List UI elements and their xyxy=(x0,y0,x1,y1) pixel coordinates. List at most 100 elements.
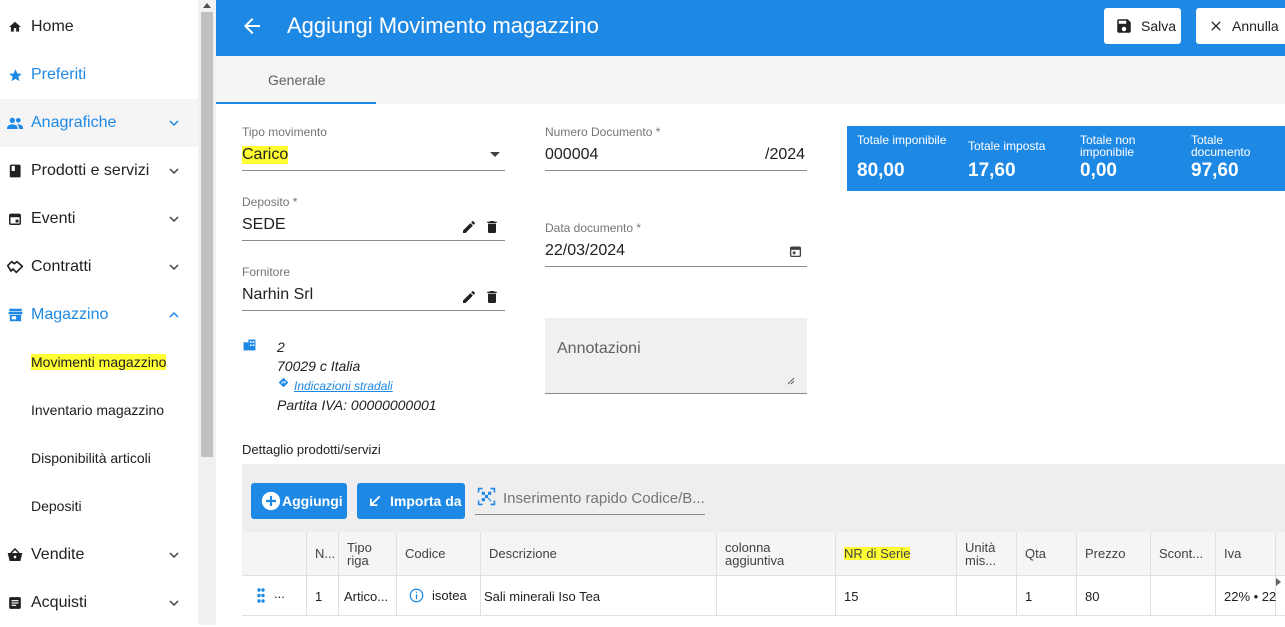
scroll-up-arrow-icon[interactable] xyxy=(203,3,211,8)
sidebar-item-contratti[interactable]: Contratti xyxy=(0,243,198,291)
column-header-descrizione[interactable]: Descrizione xyxy=(481,532,717,576)
numero-documento-label: Numero Documento * xyxy=(545,125,661,139)
store-icon xyxy=(7,307,23,323)
column-header-nr-serie[interactable]: NR di Serie xyxy=(836,532,957,576)
directions-icon[interactable] xyxy=(278,377,289,388)
sidebar-item-label: Preferiti xyxy=(31,66,87,83)
cell-iva: 22% • 22 xyxy=(1216,576,1276,616)
cell-value: Artico... xyxy=(344,589,389,604)
data-documento-input[interactable]: 22/03/2024 xyxy=(545,242,625,260)
field-underline xyxy=(545,266,807,267)
delete-icon[interactable] xyxy=(484,289,500,305)
info-icon[interactable] xyxy=(409,588,424,603)
list-box-icon xyxy=(7,595,23,611)
fornitore-field[interactable]: Narhin Srl xyxy=(242,286,313,304)
sidebar-item-eventi[interactable]: Eventi xyxy=(0,195,198,243)
sidebar-item-home[interactable]: Home xyxy=(0,3,198,51)
column-header-colonna-aggiuntiva[interactable]: colonna aggiuntiva xyxy=(717,532,836,576)
import-button[interactable]: Importa da xyxy=(357,483,465,519)
numero-documento-suffix: /2024 xyxy=(765,146,806,163)
detail-toolbar: Aggiungi Importa da xyxy=(242,464,1285,532)
numero-documento-input[interactable]: 000004 xyxy=(545,146,598,164)
column-header-qta[interactable]: Qta xyxy=(1017,532,1077,576)
add-row-button-label: Aggiungi xyxy=(282,493,343,509)
total-label: Totale non imponibile xyxy=(1080,133,1136,159)
sidebar-item-label: Contratti xyxy=(31,258,92,275)
sidebar-subitem-movimenti-magazzino[interactable]: Movimenti magazzino xyxy=(0,339,198,387)
scroll-right-arrow-icon[interactable] xyxy=(1276,578,1281,586)
barcode-scan-icon[interactable] xyxy=(477,487,496,506)
page-title: Aggiungi Movimento magazzino xyxy=(287,13,599,38)
total-value: 0,00 xyxy=(1080,160,1117,181)
close-icon xyxy=(1211,21,1221,31)
cell-value: isotea xyxy=(432,588,467,603)
column-header-sconto[interactable]: Scont... xyxy=(1151,532,1216,576)
cell-qta: 1 xyxy=(1017,576,1077,616)
people-icon xyxy=(7,115,23,131)
cancel-button-label: Annulla xyxy=(1232,18,1279,34)
edit-icon[interactable] xyxy=(461,219,477,235)
column-header-label: N... xyxy=(315,546,336,561)
table-header: N... Tipo riga Codice Descrizione colonn… xyxy=(242,532,1285,576)
tipo-movimento-label: Tipo movimento xyxy=(242,125,327,139)
chevron-up-icon xyxy=(169,311,179,318)
sidebar-subitem-depositi[interactable]: Depositi xyxy=(0,483,198,531)
add-row-button[interactable]: Aggiungi xyxy=(251,483,347,519)
calendar-icon xyxy=(7,211,23,227)
dropdown-arrow-icon[interactable] xyxy=(489,151,501,159)
delete-icon[interactable] xyxy=(484,219,500,235)
resize-handle-icon[interactable] xyxy=(787,377,795,385)
calendar-picker-icon[interactable] xyxy=(789,245,802,258)
sidebar-subitem-label: Movimenti magazzino xyxy=(31,354,167,370)
sidebar-item-vendite[interactable]: Vendite xyxy=(0,531,198,579)
column-header-n[interactable]: N... xyxy=(307,532,339,576)
sidebar-item-magazzino[interactable]: Magazzino xyxy=(0,291,198,339)
directions-link[interactable]: Indicazioni stradali xyxy=(294,379,393,393)
sidebar-item-preferiti[interactable]: Preferiti xyxy=(0,51,198,99)
home-icon xyxy=(7,19,23,35)
tab-bar: Generale xyxy=(216,56,1285,104)
address-line-2: 70029 c Italia xyxy=(277,358,361,374)
tipo-movimento-select[interactable]: Carico xyxy=(242,146,289,164)
row-menu-ellipsis[interactable]: ... xyxy=(274,586,285,601)
deposito-field[interactable]: SEDE xyxy=(242,216,286,234)
cancel-button[interactable]: Annulla xyxy=(1196,8,1285,44)
chevron-down-icon xyxy=(169,216,179,223)
chevron-down-icon xyxy=(169,552,179,559)
table-row[interactable]: ... 1 Artico... isotea Sali minerali Iso… xyxy=(242,576,1285,616)
sidebar-scrollbar-thumb[interactable] xyxy=(201,12,213,457)
column-header-codice[interactable]: Codice xyxy=(397,532,481,576)
fornitore-label: Fornitore xyxy=(242,265,291,279)
sidebar-item-anagrafiche[interactable]: Anagrafiche xyxy=(0,99,198,147)
back-arrow-icon[interactable] xyxy=(240,14,264,38)
sidebar-item-prodotti-servizi[interactable]: Prodotti e servizi xyxy=(0,147,198,195)
tab-generale[interactable]: Generale xyxy=(216,56,376,104)
section-title: Dettaglio prodotti/servizi xyxy=(242,442,381,457)
cell-colonna-aggiuntiva xyxy=(717,576,836,616)
column-header-prezzo[interactable]: Prezzo xyxy=(1077,532,1151,576)
field-underline xyxy=(242,240,505,241)
vat-number: Partita IVA: 00000000001 xyxy=(277,397,437,413)
cell-value: 15 xyxy=(844,589,859,604)
annotazioni-textarea[interactable]: Annotazioni xyxy=(545,318,807,394)
row-drag-handle[interactable]: ... xyxy=(242,576,307,616)
deposito-label: Deposito * xyxy=(242,195,298,209)
column-header-iva[interactable]: Iva xyxy=(1216,532,1276,576)
total-value: 17,60 xyxy=(968,160,1016,181)
sidebar-subitem-disponibilita-articoli[interactable]: Disponibilità articoli xyxy=(0,435,198,483)
cell-value: 80 xyxy=(1085,589,1100,604)
drag-handle-icon[interactable] xyxy=(257,588,265,603)
cell-prezzo: 80 xyxy=(1077,576,1151,616)
sidebar-item-acquisti[interactable]: Acquisti xyxy=(0,579,198,627)
quick-insert-input[interactable]: Inserimento rapido Codice/B... xyxy=(475,484,705,515)
sidebar-subitem-inventario-magazzino[interactable]: Inventario magazzino xyxy=(0,387,198,435)
column-header-tipo-riga[interactable]: Tipo riga xyxy=(339,532,397,576)
column-header-unita[interactable]: Unità mis... xyxy=(957,532,1017,576)
total-label: Totale documento xyxy=(1191,133,1251,159)
column-header-label: Qta xyxy=(1025,546,1046,561)
column-header-label: Scont... xyxy=(1159,546,1204,561)
save-button[interactable]: Salva xyxy=(1104,8,1181,44)
sidebar: Home Preferiti Anagrafiche Prodotti e se… xyxy=(0,0,198,625)
edit-icon[interactable] xyxy=(461,289,477,305)
tab-active-indicator xyxy=(216,102,376,104)
